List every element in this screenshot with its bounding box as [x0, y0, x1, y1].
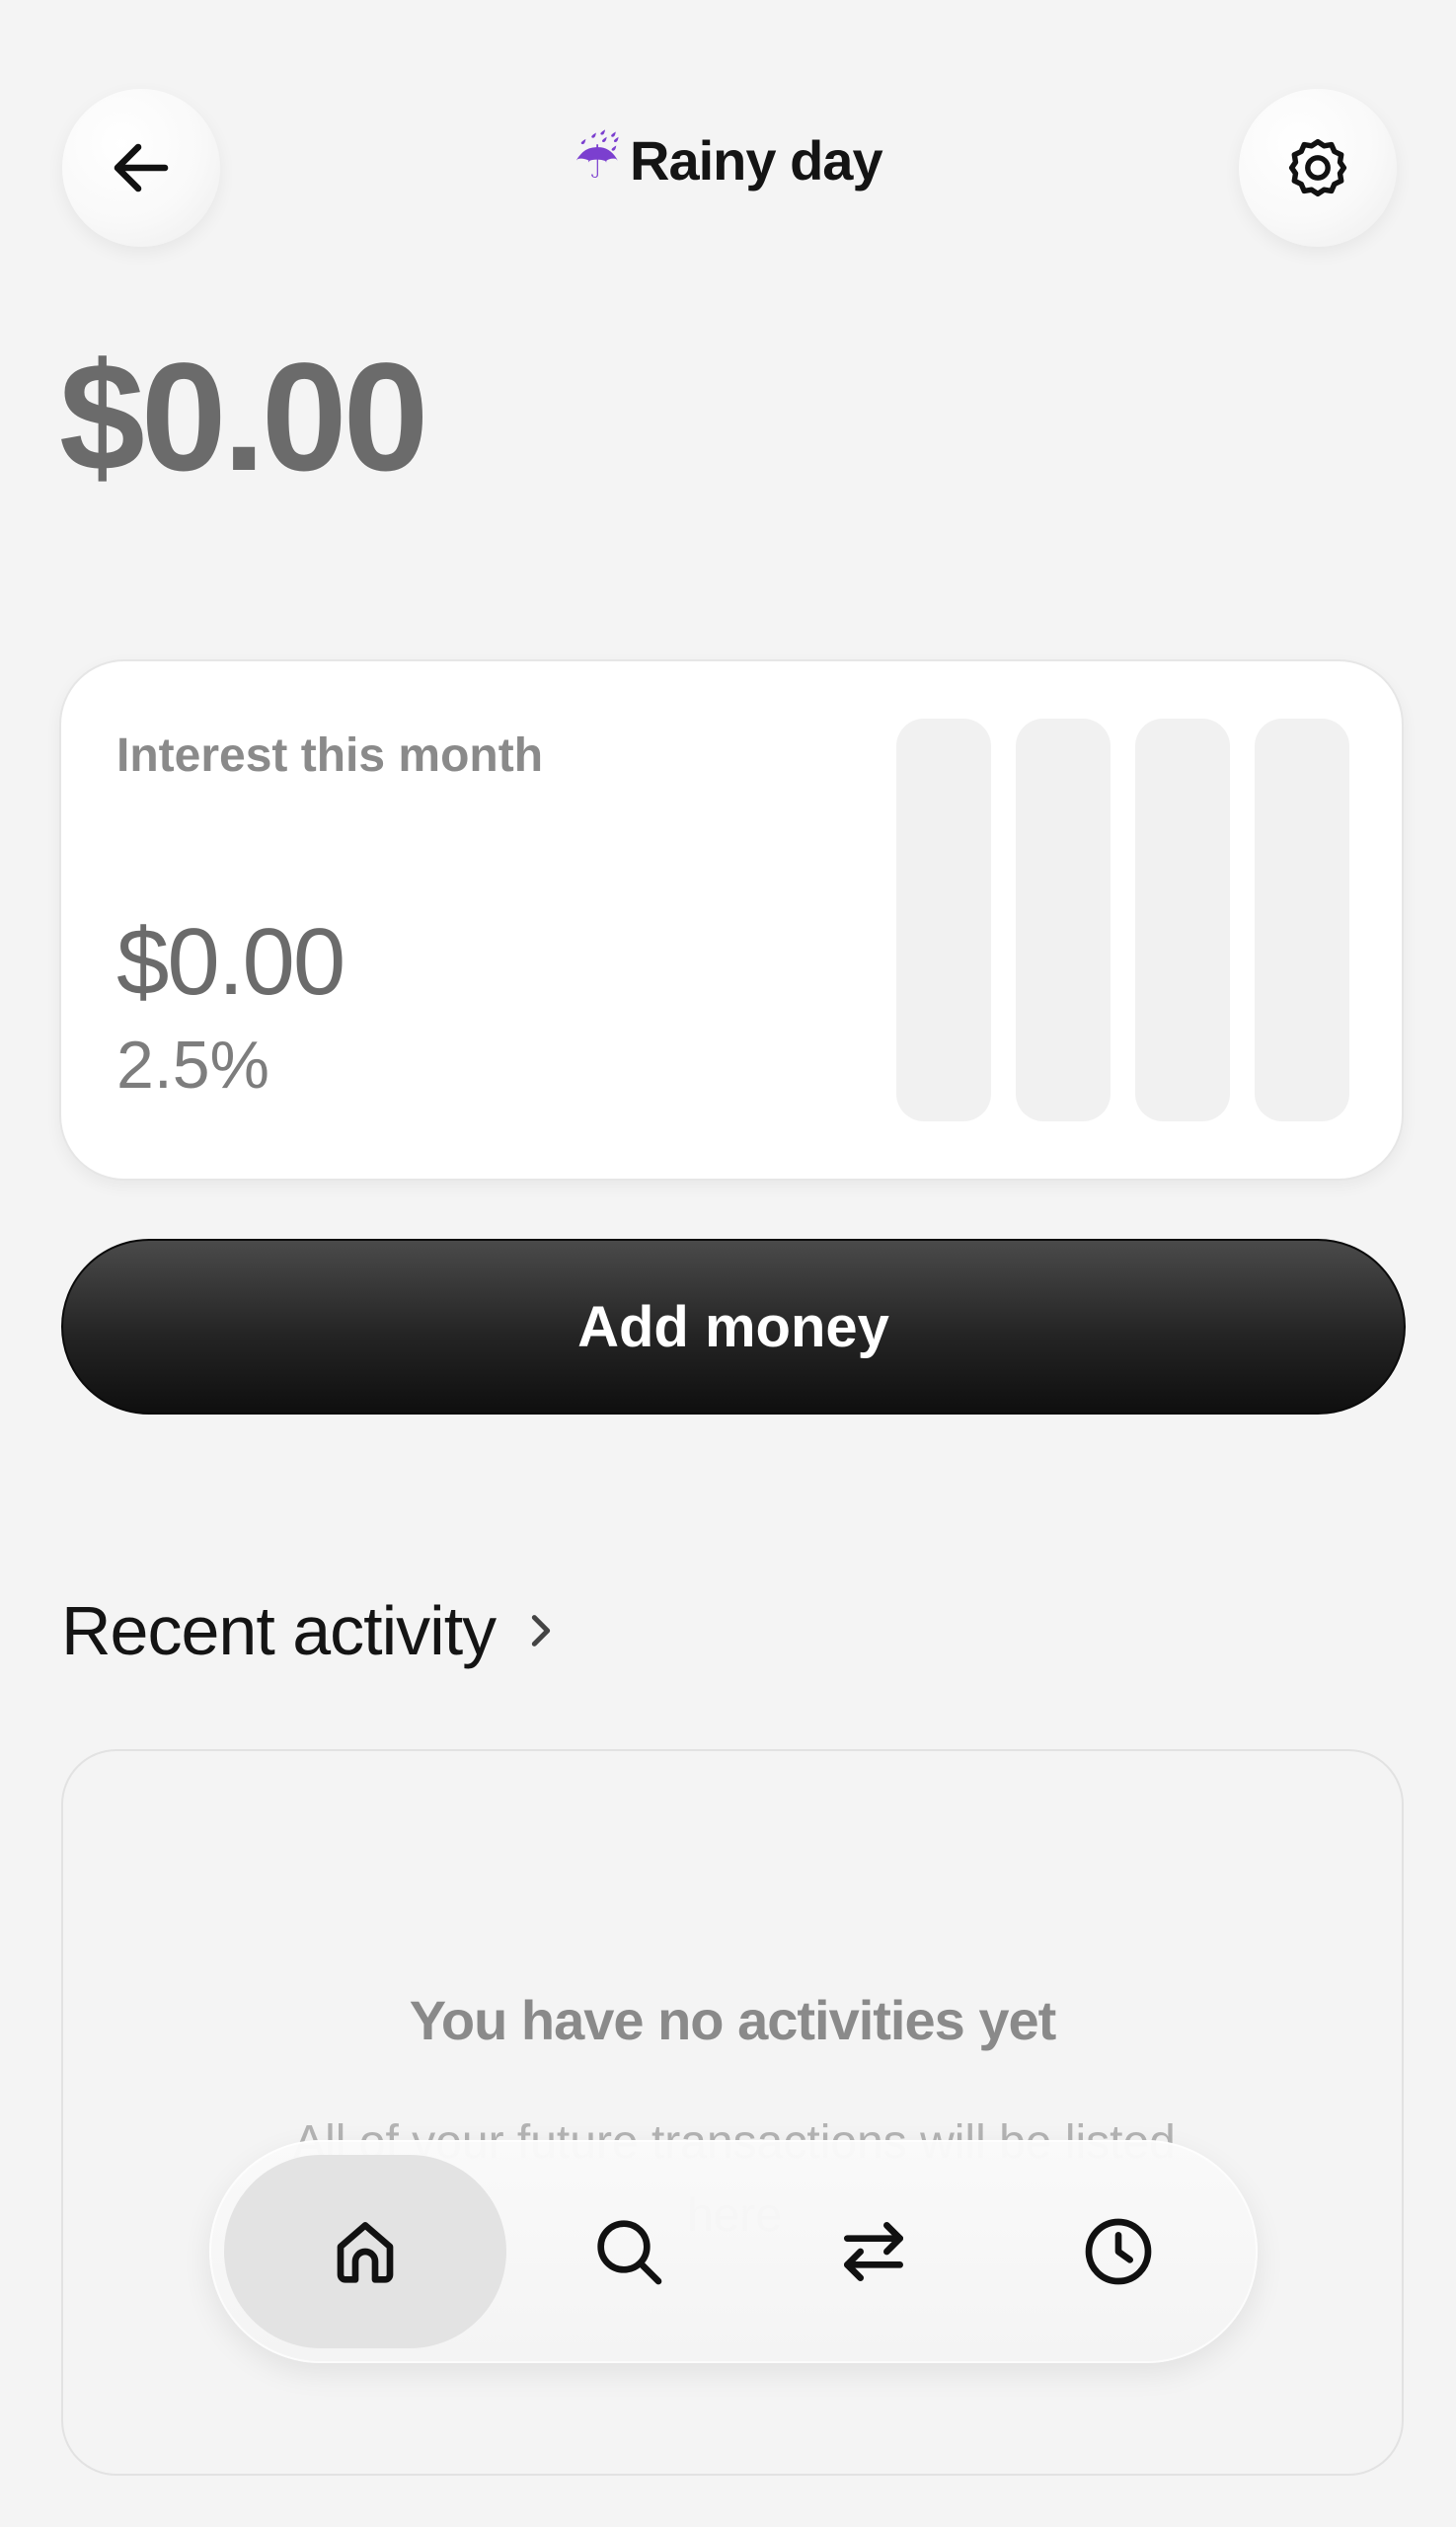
interest-card[interactable]: Interest this month $0.00 2.5%: [59, 659, 1404, 1181]
clock-icon: [1085, 2218, 1152, 2285]
settings-button[interactable]: [1239, 89, 1397, 247]
recent-activity-link[interactable]: Recent activity: [61, 1591, 561, 1670]
balance-amount: $0.00: [59, 332, 428, 503]
nav-history[interactable]: [996, 2155, 1241, 2348]
interest-bars: [896, 719, 1349, 1121]
interest-bar: [1255, 719, 1349, 1121]
page-title-text: Rainy day: [630, 129, 883, 191]
interest-bar: [1135, 719, 1230, 1121]
transfer-icon: [844, 2222, 903, 2281]
gear-icon: [1288, 138, 1347, 197]
interest-bar: [896, 719, 991, 1121]
search-icon: [597, 2220, 662, 2285]
home-icon: [337, 2222, 394, 2283]
rainy-day-screen: ☔ Rainy day $0.00 Interest this month $0…: [0, 0, 1456, 2527]
empty-state-title: You have no activities yet: [409, 1989, 1057, 2051]
page-title: ☔ Rainy day: [0, 128, 1456, 192]
nav-search[interactable]: [506, 2155, 751, 2348]
recent-activity-title: Recent activity: [61, 1592, 497, 1669]
chevron-right-icon: [521, 1611, 561, 1650]
interest-amount: $0.00: [116, 909, 345, 1015]
interest-label: Interest this month: [116, 729, 544, 782]
umbrella-icon: ☔: [574, 130, 621, 191]
bottom-navigation: [209, 2140, 1258, 2363]
nav-transfer[interactable]: [751, 2155, 996, 2348]
nav-home[interactable]: [224, 2155, 506, 2348]
activity-card: You have no activities yet All of your f…: [61, 1749, 1404, 2476]
add-money-button[interactable]: Add money: [61, 1239, 1406, 1415]
interest-bar: [1016, 719, 1111, 1121]
interest-rate: 2.5%: [116, 1028, 269, 1103]
